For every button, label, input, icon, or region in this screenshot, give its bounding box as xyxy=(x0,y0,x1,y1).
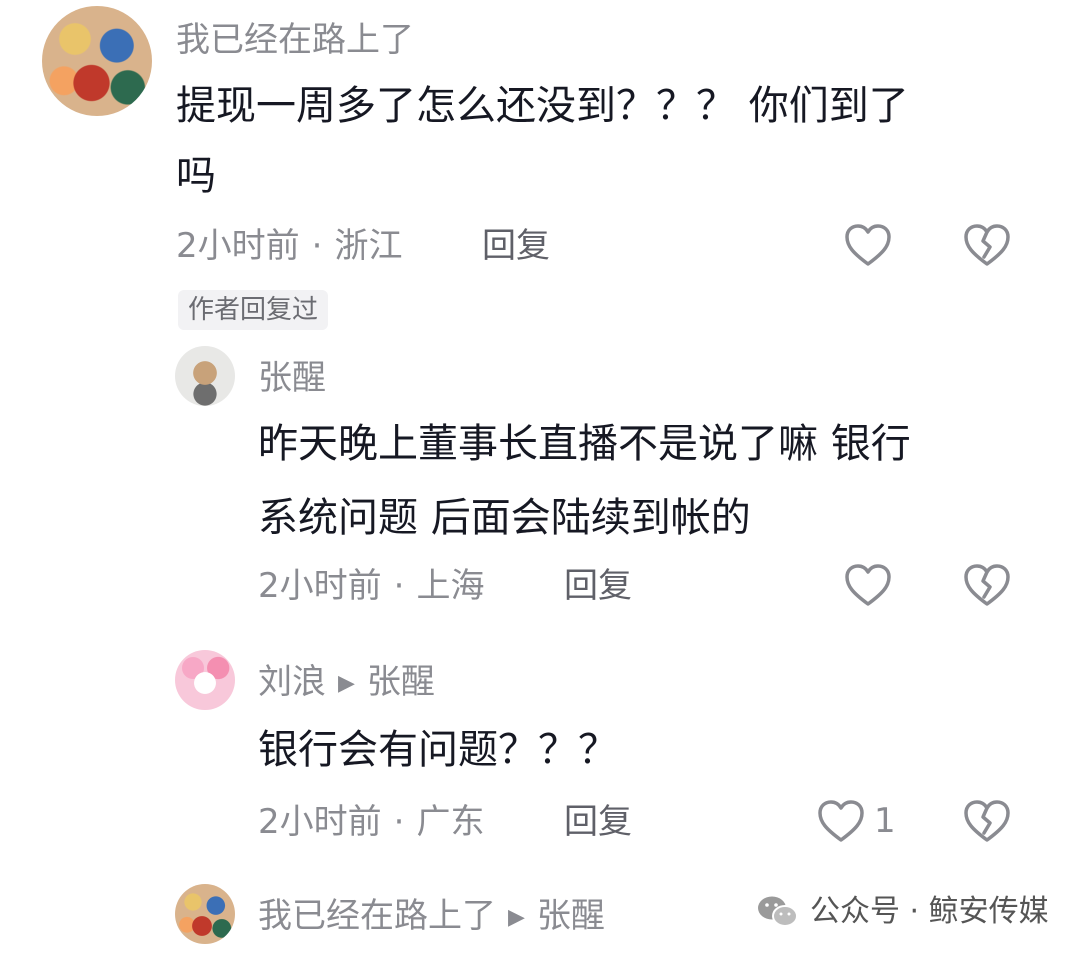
watermark-text: 公众号 · 鲸安传媒 xyxy=(810,894,1049,929)
comment-username[interactable]: 刘浪 xyxy=(258,662,326,702)
comment-content-line: 系统问题 后面会陆续到帐的 xyxy=(258,495,751,541)
comment-meta: 2小时前 · 上海 xyxy=(258,566,484,606)
reply-to-username[interactable]: 张醒 xyxy=(537,896,605,936)
dislike-button[interactable] xyxy=(962,797,1012,845)
meta-separator: · xyxy=(393,566,405,606)
reply-button[interactable]: 回复 xyxy=(564,802,632,842)
comment-location: 上海 xyxy=(416,566,485,606)
comment-time: 2小时前 xyxy=(258,566,382,606)
reply-button[interactable]: 回复 xyxy=(564,566,632,606)
heart-icon xyxy=(845,224,891,266)
dislike-button[interactable] xyxy=(962,221,1012,269)
comment-meta: 2小时前 · 广东 xyxy=(258,802,484,842)
avatar[interactable] xyxy=(175,346,235,406)
comment-content-line: 昨天晚上董事长直播不是说了嘛 银行 xyxy=(258,421,911,467)
wechat-icon xyxy=(758,896,798,927)
meta-separator: · xyxy=(311,226,323,266)
reply-arrow-icon: ▶ xyxy=(508,905,525,930)
like-button[interactable] xyxy=(843,221,893,269)
comment-username-row: 我已经在路上了 ▶ 张醒 xyxy=(258,896,605,938)
comment-content-line: 吗 xyxy=(176,153,216,199)
comment-meta: 2小时前 · 浙江 xyxy=(176,226,402,266)
avatar[interactable] xyxy=(175,650,235,710)
like-count: 1 xyxy=(874,801,896,841)
comment-time: 2小时前 xyxy=(176,226,300,266)
dislike-button[interactable] xyxy=(962,561,1012,609)
comment-username[interactable]: 张醒 xyxy=(258,358,326,398)
like-button[interactable]: 1 xyxy=(816,797,896,845)
watermark: 公众号 · 鲸安传媒 xyxy=(756,892,1049,932)
meta-separator: · xyxy=(393,802,405,842)
reply-arrow-icon: ▶ xyxy=(338,671,355,696)
broken-heart-icon xyxy=(964,564,1010,606)
comment-username-row: 刘浪 ▶ 张醒 xyxy=(258,662,435,704)
comment-location: 浙江 xyxy=(334,226,403,266)
comment-username[interactable]: 我已经在路上了 xyxy=(176,20,414,60)
author-replied-badge: 作者回复过 xyxy=(178,290,329,330)
comment-time: 2小时前 xyxy=(258,802,382,842)
broken-heart-icon xyxy=(964,800,1010,842)
comment-content-line: 银行会有问题？？？ xyxy=(258,727,618,773)
like-button[interactable] xyxy=(843,561,893,609)
avatar[interactable] xyxy=(42,6,152,116)
heart-icon xyxy=(818,800,864,842)
comment-location: 广东 xyxy=(416,802,485,842)
comment-username[interactable]: 我已经在路上了 xyxy=(258,896,496,936)
broken-heart-icon xyxy=(964,224,1010,266)
reply-to-username[interactable]: 张醒 xyxy=(367,662,435,702)
reply-button[interactable]: 回复 xyxy=(482,226,550,266)
comment-content-line: 提现一周多了怎么还没到？？？ 你们到了 xyxy=(176,83,909,129)
heart-icon xyxy=(845,564,891,606)
avatar[interactable] xyxy=(175,884,235,944)
